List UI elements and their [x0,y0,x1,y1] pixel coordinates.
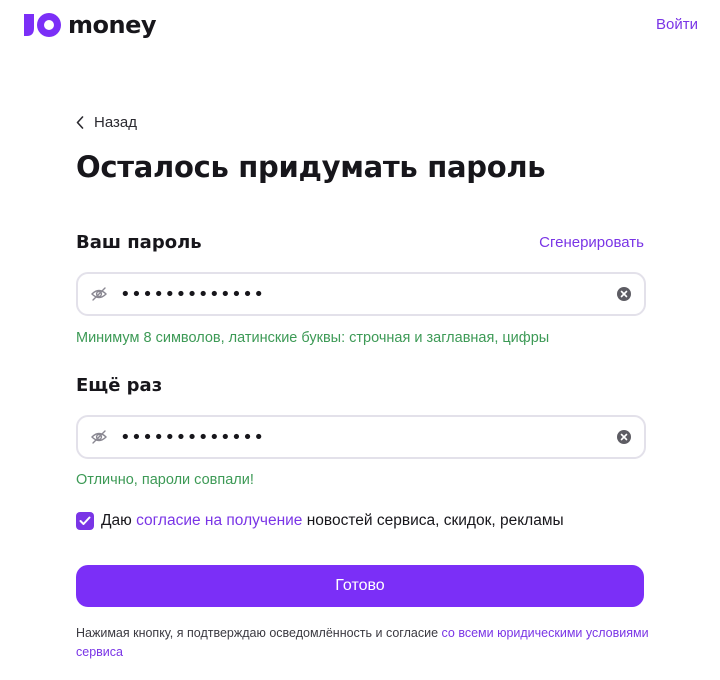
yoomoney-logo-icon [24,13,61,37]
consent-link[interactable]: согласие на получение [136,512,302,530]
generate-password-link[interactable]: Сгенерировать [539,234,644,251]
repeat-password-label: Ещё раз [76,375,163,396]
clear-circle-icon[interactable] [616,286,632,302]
consent-suffix: новостей сервиса, скидок, рекламы [306,512,564,529]
login-link[interactable]: Войти [656,16,698,33]
header: money Войти [0,0,720,52]
checkmark-icon [79,516,91,525]
page-title: Осталось придумать пароль [76,150,546,184]
consent-row: Даю согласие на получение новостей серви… [76,512,564,530]
back-label: Назад [94,114,137,131]
legal-notice: Нажимая кнопку, я подтверждаю осведомлён… [76,624,656,662]
repeat-password-field[interactable]: ••••••••••••• [76,415,646,459]
password-field[interactable]: ••••••••••••• [76,272,646,316]
logo[interactable]: money [22,10,157,40]
eye-crossed-icon[interactable] [90,428,108,446]
password-hint: Минимум 8 символов, латинские буквы: стр… [76,330,550,346]
password-label: Ваш пароль [76,232,202,253]
clear-circle-icon[interactable] [616,429,632,445]
passwords-match-message: Отлично, пароли совпали! [76,472,254,488]
back-link[interactable]: Назад [76,114,137,131]
legal-text: Нажимая кнопку, я подтверждаю осведомлён… [76,626,439,640]
brand-name: money [68,11,157,39]
chevron-left-icon [76,116,84,129]
repeat-password-value: ••••••••••••• [120,426,265,448]
consent-prefix: Даю [101,512,132,529]
consent-checkbox[interactable] [76,512,94,530]
password-value: ••••••••••••• [120,283,265,305]
submit-button[interactable]: Готово [76,565,644,607]
eye-crossed-icon[interactable] [90,285,108,303]
